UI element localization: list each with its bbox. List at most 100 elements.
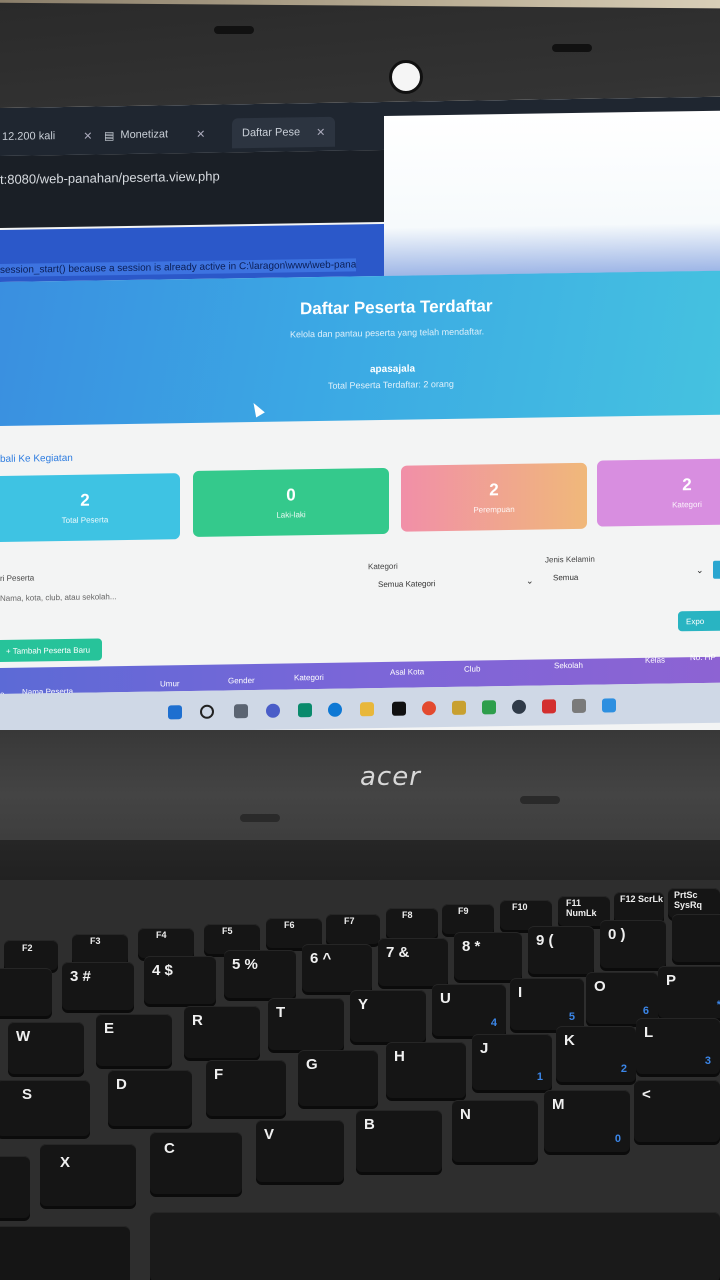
key-m[interactable]: M0 — [544, 1090, 630, 1152]
chevron-down-icon: ⌄ — [696, 564, 704, 576]
bezel-bumper — [214, 26, 254, 34]
key-6[interactable]: 6 ^ — [302, 944, 372, 992]
bezel-bumper — [552, 44, 592, 52]
app-icon[interactable] — [298, 703, 312, 718]
key-f12[interactable]: F12 ScrLk — [614, 892, 664, 922]
gender-label: Jenis Kelamin — [545, 554, 595, 565]
key-g[interactable]: G — [298, 1050, 378, 1106]
bezel-bumper — [240, 814, 280, 822]
key-u[interactable]: U4 — [432, 984, 506, 1036]
category-select[interactable]: Semua Kategori — [378, 579, 435, 589]
bezel-bumper — [520, 796, 560, 804]
key-x[interactable]: X — [40, 1144, 136, 1206]
key-s[interactable]: S — [0, 1080, 90, 1136]
col-school: Sekolah — [554, 660, 583, 671]
key-n[interactable]: N — [452, 1100, 538, 1162]
key-y[interactable]: Y — [350, 990, 426, 1042]
stat-card-male: 0 Laki-laki — [193, 467, 389, 537]
close-icon[interactable]: ✕ — [196, 127, 205, 140]
key-i[interactable]: I5 — [510, 978, 584, 1030]
key-minus[interactable] — [672, 914, 720, 962]
add-participant-button[interactable]: + Tambah Peserta Baru — [0, 638, 102, 663]
col-city: Asal Kota — [390, 667, 425, 677]
stat-value: 2 — [489, 480, 499, 500]
webcam — [389, 60, 423, 94]
page-title: Daftar Peserta Terdaftar — [300, 296, 493, 319]
stat-value: 2 — [682, 475, 692, 495]
browser-tab[interactable]: ▤ Monetizat ✕ — [104, 119, 205, 151]
key-l[interactable]: L3 — [636, 1018, 720, 1074]
key-3[interactable]: 3 # — [62, 962, 134, 1010]
tab-icon: ▤ — [104, 129, 115, 142]
key-f7[interactable]: F7 — [326, 914, 380, 944]
key-f8[interactable]: F8 — [386, 908, 438, 938]
key-e[interactable]: E — [96, 1014, 172, 1066]
key-8[interactable]: 8 * — [454, 932, 522, 980]
search-label: ri Peserta — [0, 573, 35, 583]
stat-label: Kategori — [672, 499, 702, 510]
key-d[interactable]: D — [108, 1070, 192, 1126]
brand-logo: acer — [360, 762, 421, 792]
laptop-screen: 12.200 kali ✕ ▤ Monetizat ✕ Daftar Pese … — [0, 96, 720, 749]
tab-label: 12.200 kali — [2, 130, 56, 143]
key-comma[interactable]: < — [634, 1080, 720, 1142]
close-icon[interactable]: ✕ — [316, 125, 325, 138]
key-v[interactable]: V — [256, 1120, 344, 1182]
stat-value: 0 — [286, 485, 296, 505]
back-link[interactable]: bali Ke Kegiatan — [0, 453, 73, 465]
stat-value: 2 — [80, 490, 90, 510]
key-4[interactable]: 4 $ — [144, 956, 216, 1004]
hero-banner — [0, 270, 720, 426]
key-t[interactable]: T — [268, 998, 344, 1050]
tiktok-icon[interactable] — [392, 701, 406, 716]
key-o[interactable]: O6 — [586, 972, 658, 1024]
app-icon[interactable] — [602, 698, 616, 713]
app-icon[interactable] — [452, 700, 466, 715]
search-input[interactable]: Nama, kota, club, atau sekolah... — [0, 592, 117, 603]
key-b[interactable]: B — [356, 1110, 442, 1172]
key-p[interactable]: P* — [658, 966, 720, 1018]
close-icon[interactable]: ✕ — [83, 129, 92, 142]
key-7[interactable]: 7 & — [378, 938, 448, 986]
key-w[interactable]: W — [8, 1022, 84, 1074]
key-0[interactable]: 0 ) — [600, 920, 666, 968]
stat-card-total: 2 Total Peserta — [0, 473, 180, 543]
key-5[interactable]: 5 % — [224, 950, 296, 998]
stat-label: Perempuan — [473, 504, 515, 515]
key-f3[interactable]: F3 — [72, 934, 128, 964]
col-class: Kelas — [645, 655, 666, 665]
windows-start-icon[interactable] — [168, 705, 182, 720]
tab-label: Monetizat — [120, 128, 169, 142]
app-icon[interactable] — [572, 698, 586, 714]
task-view-icon[interactable] — [234, 704, 248, 719]
stat-card-female: 2 Perempuan — [401, 462, 587, 532]
username: apasajala — [370, 363, 416, 376]
file-explorer-icon[interactable] — [360, 702, 374, 717]
key-f[interactable]: F — [206, 1060, 286, 1116]
key-f4[interactable]: F4 — [138, 928, 194, 958]
gender-select[interactable]: Semua — [553, 573, 578, 582]
browser-tab[interactable]: 12.200 kali ✕ — [2, 121, 92, 152]
key-9[interactable]: 9 ( — [528, 926, 594, 974]
key-f2[interactable]: F2 — [4, 940, 58, 970]
col-club: Club — [464, 664, 481, 674]
key-j[interactable]: J1 — [472, 1034, 552, 1090]
key-h[interactable]: H — [386, 1042, 466, 1098]
export-button[interactable]: Expo — [678, 610, 720, 632]
key-space[interactable] — [150, 1212, 720, 1280]
key-f9[interactable]: F9 — [442, 904, 494, 934]
key-ctrl[interactable] — [0, 1226, 130, 1280]
stat-card-category: 2 Kategori — [597, 458, 720, 527]
stat-label: Total Peserta — [61, 515, 109, 526]
col-phone: No. HP — [690, 652, 716, 663]
app-icon[interactable] — [542, 699, 556, 714]
browser-tab-active[interactable]: Daftar Pese ✕ — [232, 116, 336, 149]
key-2[interactable] — [0, 968, 52, 1016]
key-k[interactable]: K2 — [556, 1026, 636, 1082]
key-c[interactable]: C — [150, 1132, 242, 1194]
key-r[interactable]: R — [184, 1006, 260, 1058]
filter-button[interactable] — [713, 560, 720, 579]
col-category: Kategori — [294, 672, 324, 683]
app-icon[interactable] — [482, 700, 496, 715]
key-z[interactable] — [0, 1156, 30, 1218]
